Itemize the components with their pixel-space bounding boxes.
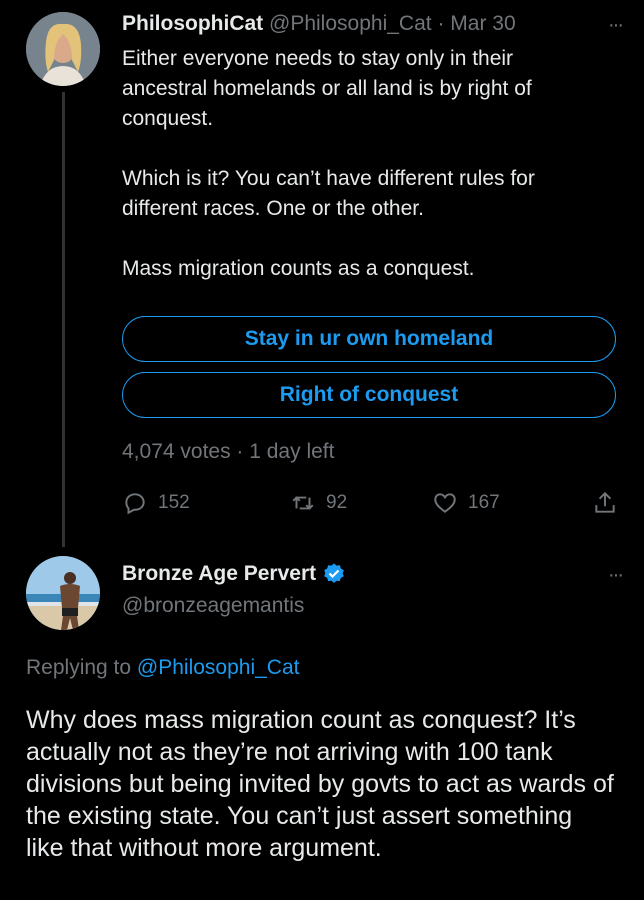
more-options-icon[interactable]: ··· <box>608 14 624 37</box>
tweet-text: Either everyone needs to stay only in th… <box>122 47 535 280</box>
tweet1-header: PhilosophiCat @Philosophi_Cat · Mar 30 <box>122 12 516 36</box>
poll-meta: 4,074 votes · 1 day left <box>122 440 335 463</box>
tweet-date[interactable]: Mar 30 <box>450 12 515 35</box>
verified-badge-icon <box>324 563 344 583</box>
like-count: 167 <box>468 492 500 513</box>
avatar-bronzeagemantis[interactable] <box>26 556 100 630</box>
avatar-image <box>26 556 100 630</box>
thread-line <box>62 92 65 547</box>
retweet-icon <box>292 496 314 510</box>
retweet-action[interactable]: 92 <box>290 490 347 516</box>
more-options-icon[interactable]: ··· <box>608 564 624 587</box>
author-name[interactable]: Bronze Age Pervert <box>122 562 316 586</box>
reply-tweet-text: Why does mass migration count as conques… <box>26 706 614 862</box>
reply-count: 152 <box>158 492 190 513</box>
avatar-philosophicat[interactable] <box>26 12 100 86</box>
author-name[interactable]: PhilosophiCat <box>122 12 263 35</box>
like-icon <box>434 493 456 513</box>
poll-option-right-of-conquest[interactable]: Right of conquest <box>122 372 616 418</box>
share-icon <box>595 491 615 513</box>
replying-prefix: Replying to <box>26 656 137 679</box>
replying-to: Replying to @Philosophi_Cat <box>26 656 299 680</box>
author-handle[interactable]: @bronzeagemantis <box>122 594 304 618</box>
retweet-count: 92 <box>326 492 348 513</box>
header-separator: · <box>437 12 445 35</box>
reply-icon <box>125 493 145 515</box>
like-action[interactable]: 167 <box>432 490 500 516</box>
reply-action[interactable]: 152 <box>122 490 190 516</box>
replying-handle-link[interactable]: @Philosophi_Cat <box>137 656 300 679</box>
avatar-image <box>26 12 100 86</box>
author-handle[interactable]: @Philosophi_Cat <box>269 12 432 35</box>
tweet2-header: Bronze Age Pervert <box>122 562 346 586</box>
poll-option-stay-homeland[interactable]: Stay in ur own homeland <box>122 316 616 362</box>
share-action[interactable] <box>592 490 618 516</box>
